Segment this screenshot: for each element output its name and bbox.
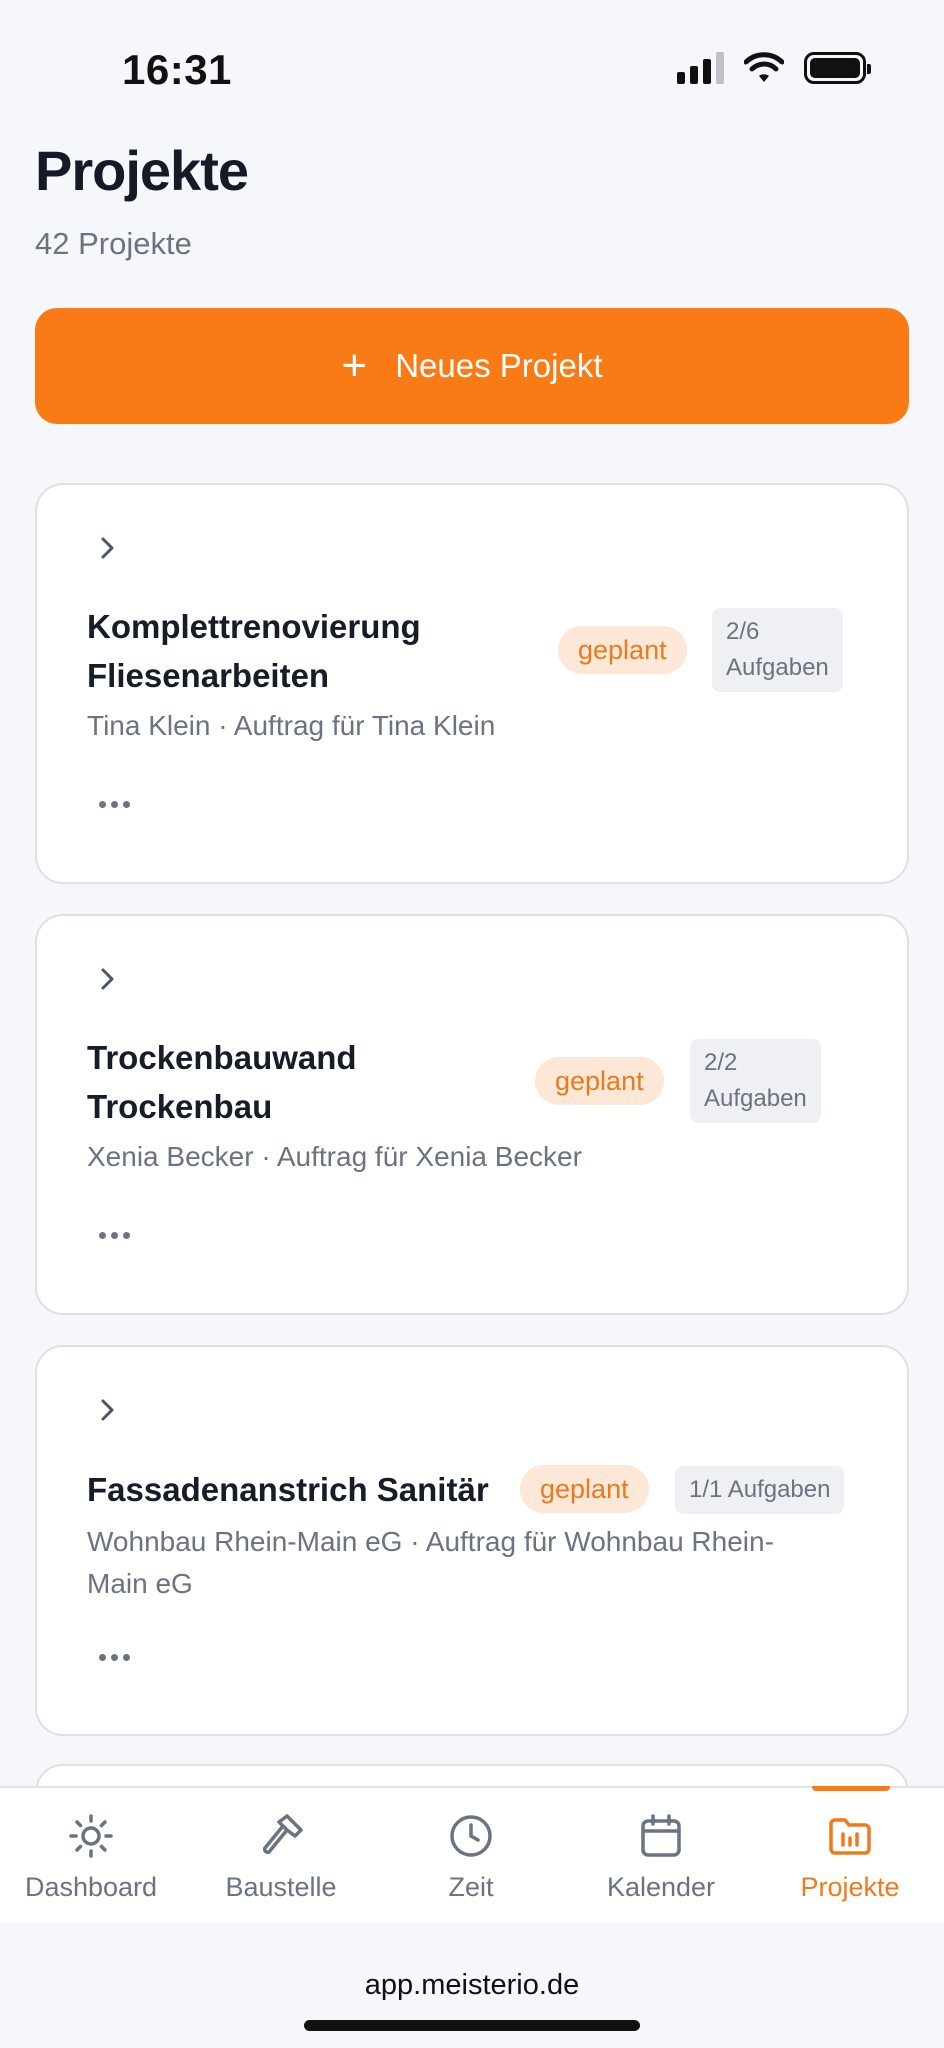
nav-zeit[interactable]: Zeit	[377, 1788, 565, 1925]
project-title[interactable]: Fassadenanstrich Sanitär	[87, 1465, 489, 1514]
tasks-badge: 2/6 Aufgaben	[712, 608, 843, 692]
status-bar: 16:31	[0, 0, 944, 130]
project-card[interactable]: Fassadenanstrich Sanitär geplant 1/1 Auf…	[35, 1345, 909, 1736]
status-icons	[677, 52, 871, 84]
folder-icon	[829, 1818, 871, 1855]
project-title[interactable]: Komplettrenovierung Fliesenarbeiten	[87, 602, 421, 700]
clock-icon	[450, 1815, 492, 1857]
tasks-badge: 1/1 Aufgaben	[675, 1466, 845, 1514]
status-badge: geplant	[520, 1465, 649, 1513]
tasks-badge: 2/2 Aufgaben	[690, 1039, 821, 1123]
page-title: Projekte	[35, 139, 249, 202]
battery-icon	[804, 52, 871, 84]
signal-icon	[677, 52, 724, 84]
project-client: Xenia Becker · Auftrag für Xenia Becker	[87, 1141, 582, 1172]
browser-url-bar[interactable]: app.meisterio.de	[0, 1923, 944, 2048]
bottom-nav: Dashboard Baustelle Zeit Kalender Projek…	[0, 1786, 944, 1923]
project-count: 42 Projekte	[35, 226, 192, 261]
wifi-icon	[744, 52, 784, 82]
home-indicator[interactable]	[304, 2020, 640, 2031]
project-client: Tina Klein · Auftrag für Tina Klein	[87, 710, 496, 741]
calendar-icon	[641, 1814, 681, 1857]
nav-projekte[interactable]: Projekte	[756, 1788, 944, 1925]
status-time: 16:31	[122, 46, 232, 93]
nav-dashboard[interactable]: Dashboard	[0, 1788, 185, 1925]
new-project-label: Neues Projekt	[395, 347, 603, 384]
chevron-right-icon[interactable]	[95, 535, 121, 561]
url-text[interactable]: app.meisterio.de	[0, 1969, 944, 2002]
status-badge: geplant	[535, 1057, 664, 1105]
sun-icon	[69, 1814, 113, 1858]
chevron-right-icon[interactable]	[95, 966, 121, 992]
project-card[interactable]: Trockenbauwand Trockenbau geplant 2/2 Au…	[35, 914, 909, 1315]
more-icon[interactable]	[99, 1232, 130, 1239]
more-icon[interactable]	[99, 1654, 130, 1661]
plus-icon: +	[341, 341, 368, 390]
new-project-button[interactable]: + Neues Projekt	[35, 308, 909, 424]
chevron-right-icon[interactable]	[95, 1397, 121, 1423]
project-title[interactable]: Trockenbauwand Trockenbau	[87, 1033, 357, 1131]
hammer-icon	[262, 1814, 303, 1855]
status-badge: geplant	[558, 626, 687, 674]
project-client: Wohnbau Rhein-Main eG · Auftrag für Wohn…	[87, 1526, 774, 1599]
project-card[interactable]: Komplettrenovierung Fliesenarbeiten gepl…	[35, 483, 909, 884]
nav-baustelle[interactable]: Baustelle	[187, 1788, 375, 1925]
nav-kalender[interactable]: Kalender	[567, 1788, 755, 1925]
more-icon[interactable]	[99, 801, 130, 808]
